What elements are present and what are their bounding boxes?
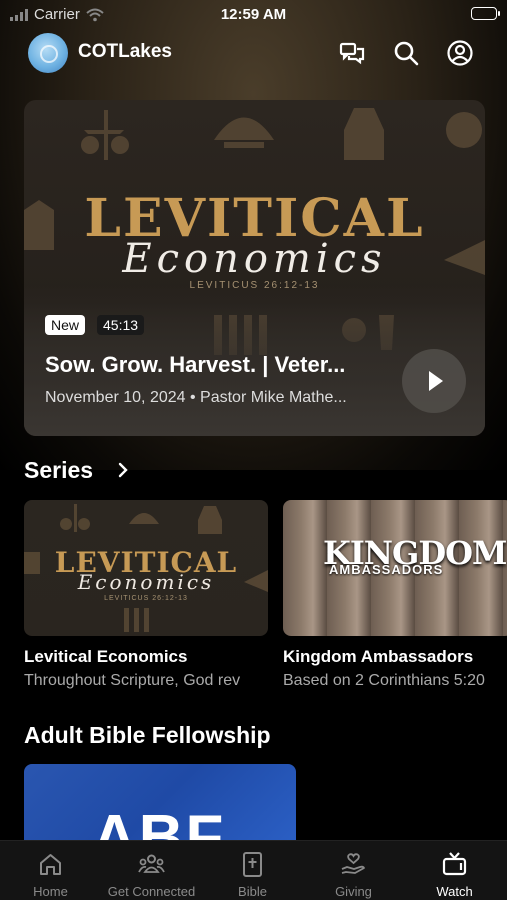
battery-icon — [471, 7, 500, 20]
featured-subtitle: November 10, 2024 • Pastor Mike Mathe... — [45, 389, 347, 406]
series-card-description: Throughout Scripture, God rev — [24, 672, 241, 689]
series-artwork-script: Economics — [77, 570, 215, 594]
series-card-thumbnail[interactable]: LEVITICAL Economics LEVITICUS 26:12-13 — [24, 500, 268, 636]
status-bar: Carrier 12:59 AM — [0, 0, 507, 30]
tab-bar: Home Get Connected Bible Giving Watch — [0, 840, 507, 900]
giving-icon — [341, 853, 365, 874]
series-card-title[interactable]: Kingdom Ambassadors — [283, 647, 473, 667]
chevron-right-icon[interactable] — [116, 462, 130, 478]
app-header: COTLakes — [0, 32, 507, 74]
tab-get-connected[interactable]: Get Connected — [101, 841, 202, 900]
series-card-description: Based on 2 Corinthians 5:20 — [283, 672, 485, 689]
tab-giving[interactable]: Giving — [303, 841, 404, 900]
tab-label: Home — [33, 884, 68, 899]
tab-label: Bible — [238, 884, 267, 899]
profile-icon[interactable] — [446, 39, 474, 67]
tab-bible[interactable]: Bible — [202, 841, 303, 900]
church-logo-avatar[interactable] — [28, 33, 68, 73]
series-card-thumbnail[interactable]: KINGDOM AMBASSADORS — [283, 500, 507, 636]
featured-title: Sow. Grow. Harvest. | Veter... — [45, 352, 346, 377]
tab-label: Watch — [436, 884, 473, 899]
abf-card-thumbnail[interactable]: ABF — [24, 764, 296, 844]
people-icon — [138, 854, 165, 873]
series-heading[interactable]: Series — [24, 457, 93, 484]
home-icon — [40, 854, 61, 875]
play-button[interactable] — [402, 349, 466, 413]
featured-sermon-card[interactable]: LEVITICAL Economics LEVITICUS 26:12-13 N… — [24, 100, 485, 436]
tab-label: Get Connected — [107, 884, 196, 899]
search-icon[interactable] — [392, 39, 420, 67]
tab-watch[interactable]: Watch — [404, 841, 505, 900]
series-card-title[interactable]: Levitical Economics — [24, 647, 187, 667]
tv-icon — [442, 852, 467, 876]
chat-icon[interactable] — [338, 39, 366, 67]
tab-home[interactable]: Home — [0, 841, 101, 900]
new-badge: New — [45, 315, 86, 335]
series-artwork-subtitle: AMBASSADORS — [329, 562, 444, 577]
app-title: COTLakes — [78, 41, 172, 62]
clock: 12:59 AM — [220, 6, 287, 23]
abf-heading[interactable]: Adult Bible Fellowship — [24, 722, 271, 749]
bible-icon — [243, 852, 262, 877]
artwork-script: Economics — [122, 236, 387, 282]
tab-label: Giving — [335, 884, 372, 899]
series-artwork-reference: LEVITICUS 26:12-13 — [104, 595, 188, 602]
abf-artwork-text: ABF — [92, 803, 226, 844]
duration-badge: 45:13 — [97, 315, 145, 335]
